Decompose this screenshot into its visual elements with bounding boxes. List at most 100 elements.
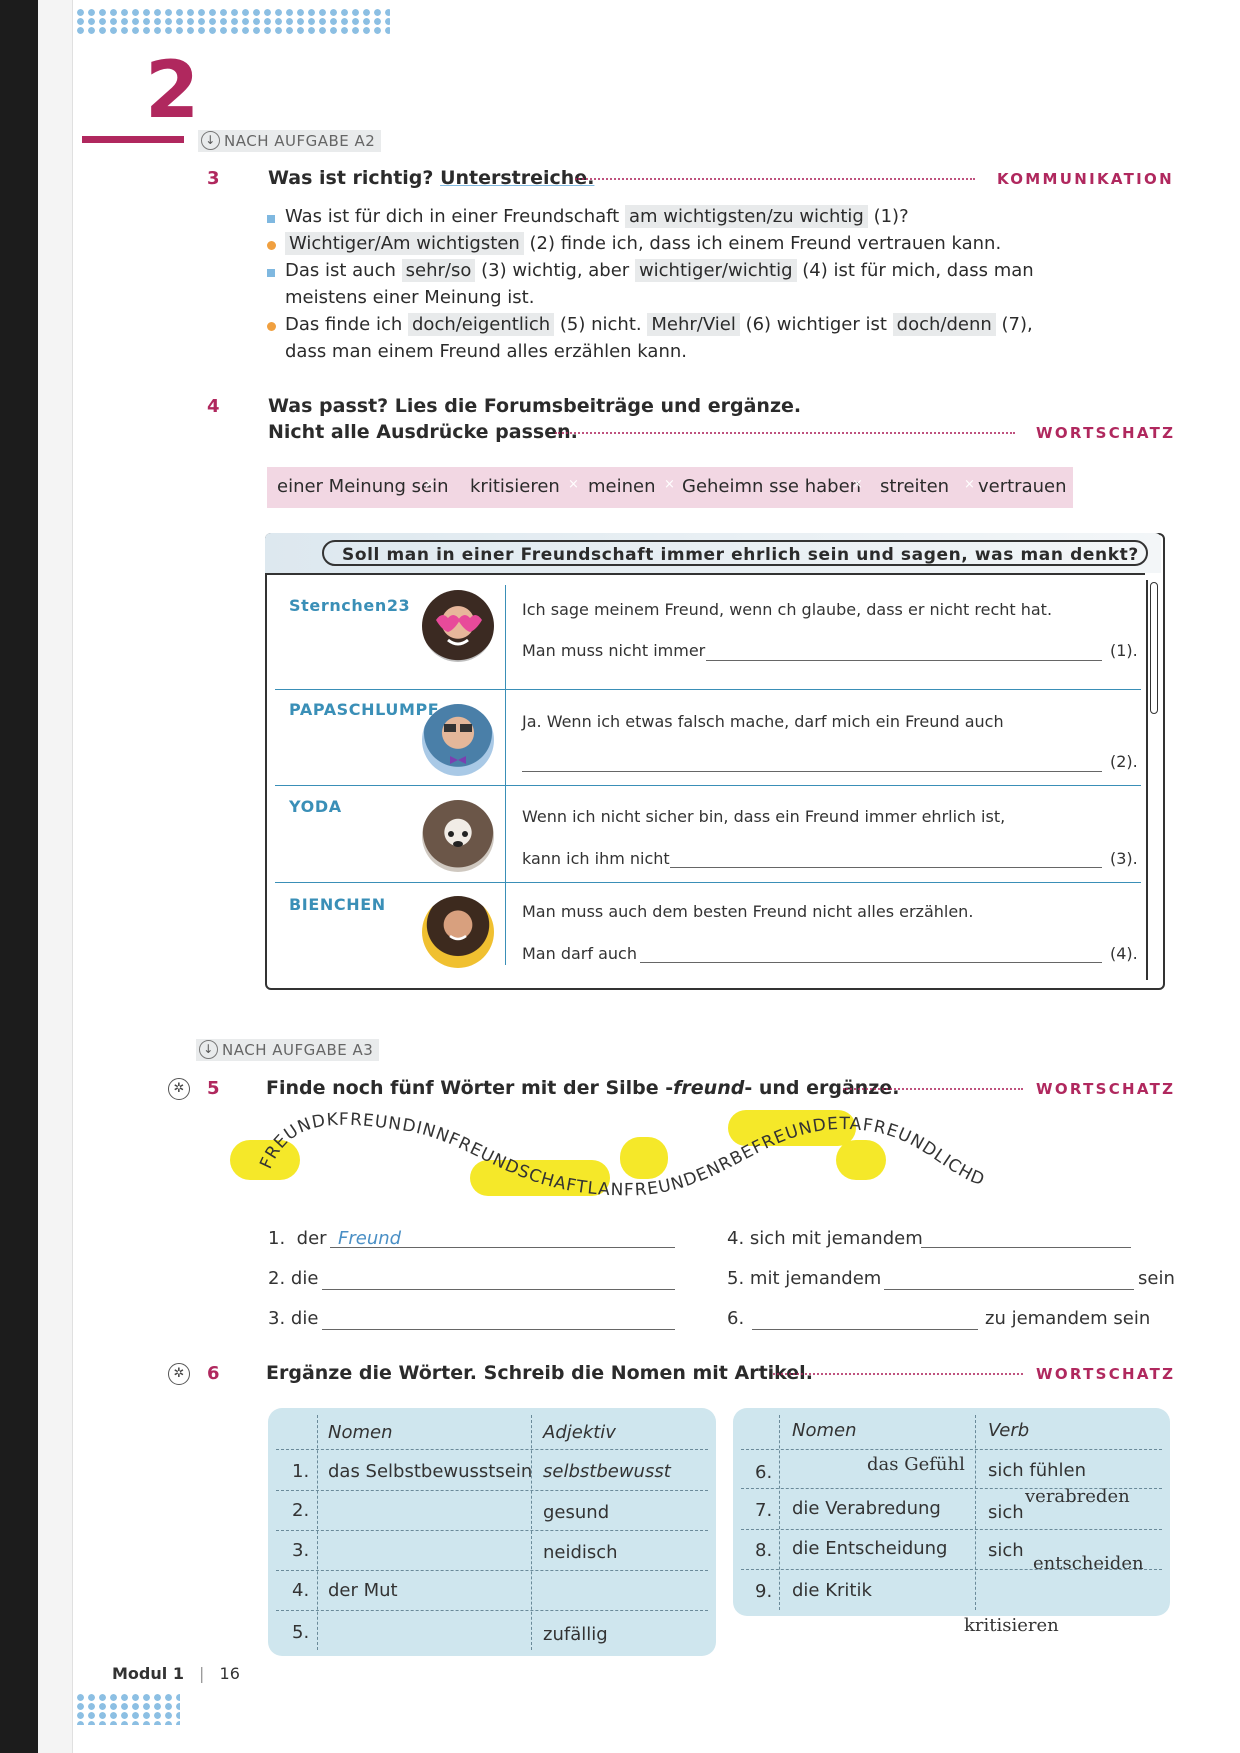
- row-number: 2.: [292, 1500, 310, 1521]
- word-chip[interactable]: einer Meinung sein: [277, 476, 449, 497]
- option-7[interactable]: doch/denn: [892, 313, 996, 336]
- row-divider: [741, 1529, 1162, 1530]
- pair-work-icon: ✲: [168, 1078, 190, 1100]
- blank-5-1[interactable]: [330, 1247, 675, 1248]
- pair-work-icon: ✲: [168, 1363, 190, 1385]
- row-number: 5.: [292, 1622, 310, 1643]
- ex3-line-5: Das finde ich doch/eigentlich (5) nicht.…: [285, 313, 1033, 336]
- row-number: 4.: [292, 1580, 310, 1601]
- decor-dots-top: [75, 8, 390, 36]
- tag-wortschatz: WORTSCHATZ: [1036, 1080, 1176, 1098]
- blank-5-5[interactable]: [884, 1289, 1134, 1290]
- option-2[interactable]: Wichtiger/Am wichtigsten: [285, 232, 524, 255]
- blank-3[interactable]: [670, 867, 1102, 868]
- row-divider: [275, 882, 1141, 883]
- table-cell: der Mut: [328, 1580, 398, 1601]
- table-cell: selbstbewusst: [543, 1461, 671, 1482]
- row-divider: [275, 785, 1141, 786]
- blank-number: (4).: [1110, 944, 1138, 963]
- table-nomen-adjektiv: [268, 1408, 716, 1656]
- handwritten-answer: kritisieren: [964, 1615, 1059, 1636]
- fill-row-1: 1. der Freund: [268, 1228, 402, 1249]
- bullet-square: [267, 215, 275, 223]
- post-text: Ich sage meinem Freund, wenn ch glaube, …: [522, 600, 1053, 619]
- row-divider: [741, 1449, 1162, 1450]
- fill-row-6: 6.: [727, 1308, 745, 1329]
- username: Sternchen23: [289, 596, 411, 615]
- exercise-5-number: 5: [207, 1078, 220, 1099]
- separator-icon: ×: [424, 477, 435, 492]
- blank-4[interactable]: [640, 962, 1102, 963]
- blank-5-3[interactable]: [322, 1329, 675, 1330]
- arrow-down-icon: ↓: [201, 131, 220, 150]
- word-snake: FREUNDKFREUNDINNFREUNDSCHAFTLANFREUNDENR…: [256, 1110, 987, 1201]
- post-text: kann ich ihm nicht: [522, 849, 670, 868]
- chapter-rule: [82, 136, 184, 143]
- post-text: Wenn ich nicht sicher bin, dass ein Freu…: [522, 807, 1006, 826]
- exercise-6-number: 6: [207, 1363, 220, 1384]
- option-3[interactable]: sehr/so: [401, 259, 476, 282]
- ex3-line-3: Das ist auch sehr/so (3) wichtig, aber w…: [285, 259, 1034, 282]
- table-divider: [531, 1415, 532, 1650]
- section-label-a2: ↓ NACH AUFGABE A2: [198, 130, 382, 152]
- username: YODA: [289, 797, 342, 816]
- dotted-rule: [555, 432, 1015, 434]
- option-4[interactable]: wichtiger/wichtig: [634, 259, 797, 282]
- section-label-a3: ↓ NACH AUFGABE A3: [196, 1039, 380, 1061]
- table-cell: gesund: [543, 1502, 610, 1523]
- dotted-rule: [843, 1088, 1023, 1090]
- exercise-3-number: 3: [207, 168, 220, 189]
- table-header: Nomen: [328, 1422, 393, 1443]
- ex3-line-2: Wichtiger/Am wichtigsten (2) finde ich, …: [285, 232, 1001, 255]
- forum-body: [265, 573, 1145, 986]
- option-1[interactable]: am wichtigsten/zu wichtig: [624, 205, 868, 228]
- table-cell: sich: [988, 1540, 1024, 1561]
- row-number: 9.: [755, 1581, 773, 1602]
- blank-number: (2).: [1110, 752, 1138, 771]
- exercise-6-title: Ergänze die Wörter. Schreib die Nomen mi…: [266, 1362, 813, 1384]
- username: BIENCHEN: [289, 895, 386, 914]
- dog-hood-icon: [448, 831, 468, 847]
- ex3-line-1: Was ist für dich in einer Freundschaft a…: [285, 205, 909, 228]
- post-text: Man muss nicht immer: [522, 641, 706, 660]
- row-number: 1.: [292, 1461, 310, 1482]
- arrow-down-icon: ↓: [199, 1040, 218, 1059]
- footer: Modul 1 | 16: [112, 1664, 240, 1683]
- post-text: Man muss auch dem besten Freund nicht al…: [522, 902, 974, 921]
- separator-icon: ×: [852, 477, 863, 492]
- option-6[interactable]: Mehr/Viel: [647, 313, 740, 336]
- bullet-circle: [267, 322, 276, 331]
- scrollbar-thumb[interactable]: [1150, 582, 1158, 714]
- table-cell: neidisch: [543, 1542, 618, 1563]
- table-cell: sich fühlen: [988, 1460, 1087, 1481]
- blank-2[interactable]: [522, 771, 1102, 772]
- row-number: 6.: [755, 1462, 773, 1483]
- blank-5-2[interactable]: [322, 1289, 675, 1290]
- word-chip[interactable]: streiten: [880, 476, 949, 497]
- separator-icon: ×: [664, 477, 675, 492]
- row-divider: [275, 689, 1141, 690]
- blank-1[interactable]: [706, 660, 1102, 661]
- row-divider: [276, 1490, 708, 1491]
- fill-row-5: 5. mit jemandem: [727, 1268, 882, 1289]
- word-box: einer Meinung sein × kritisieren × meine…: [267, 467, 1073, 508]
- blank-5-4[interactable]: [921, 1247, 1131, 1248]
- table-divider: [317, 1415, 318, 1650]
- person-smiling-icon: [449, 934, 467, 941]
- table-header: Nomen: [792, 1420, 857, 1441]
- exercise-4-number: 4: [207, 396, 220, 417]
- blank-5-6[interactable]: [752, 1329, 978, 1330]
- option-5[interactable]: doch/eigentlich: [408, 313, 555, 336]
- row-number: 7.: [755, 1500, 773, 1521]
- row-divider: [276, 1530, 708, 1531]
- word-chip[interactable]: Geheimn sse haben: [682, 476, 861, 497]
- fill-row-3: 3. die: [268, 1308, 319, 1329]
- word-chip[interactable]: meinen: [588, 476, 656, 497]
- decor-dots-bottom: [75, 1693, 180, 1725]
- row-number: 3.: [292, 1540, 310, 1561]
- tag-wortschatz: WORTSCHATZ: [1036, 424, 1176, 442]
- fill-row-2: 2. die: [268, 1268, 319, 1289]
- word-chip[interactable]: vertrauen: [978, 476, 1067, 497]
- avatar: [422, 590, 494, 662]
- word-chip[interactable]: kritisieren: [470, 476, 560, 497]
